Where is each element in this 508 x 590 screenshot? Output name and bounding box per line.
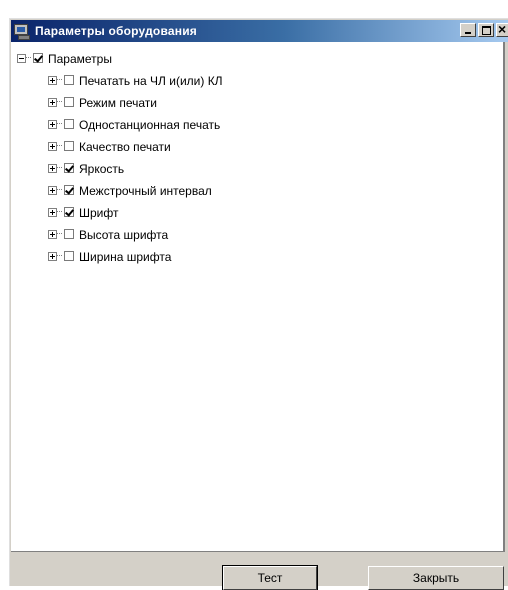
expand-icon[interactable] <box>48 163 57 173</box>
item-checkbox[interactable] <box>64 141 74 151</box>
expand-icon[interactable] <box>48 75 57 85</box>
expand-icon[interactable] <box>48 251 57 261</box>
item-checkbox[interactable] <box>64 185 74 195</box>
collapse-icon[interactable] <box>17 53 26 63</box>
root-checkbox[interactable] <box>33 53 43 63</box>
expand-icon[interactable] <box>48 207 57 217</box>
item-checkbox[interactable] <box>64 97 74 107</box>
tree-item[interactable]: Печатать на ЧЛ и(или) КЛ <box>48 70 223 90</box>
minimize-button[interactable] <box>460 23 476 37</box>
tree-root-node[interactable]: Параметры <box>17 48 112 68</box>
tree-item-label: Печатать на ЧЛ и(или) КЛ <box>79 73 223 88</box>
title-bar[interactable]: Параметры оборудования <box>11 20 508 42</box>
tree-item-label: Межстрочный интервал <box>79 183 212 198</box>
tree-item-label: Яркость <box>79 161 125 176</box>
expand-icon[interactable] <box>48 229 57 239</box>
tree-item[interactable]: Шрифт <box>48 202 118 222</box>
tree-item-label: Шрифт <box>79 205 119 220</box>
tree-item[interactable]: Межстрочный интервал <box>48 180 212 200</box>
tree-item[interactable]: Ширина шрифта <box>48 246 171 266</box>
expand-icon[interactable] <box>48 119 57 129</box>
tree-root-label: Параметры <box>48 51 112 66</box>
tree-item[interactable]: Яркость <box>48 158 124 178</box>
item-checkbox[interactable] <box>64 207 74 217</box>
tree-item-label: Ширина шрифта <box>79 249 172 264</box>
tree-item-label: Высота шрифта <box>79 227 169 242</box>
tree-item[interactable]: Режим печати <box>48 92 157 112</box>
item-checkbox[interactable] <box>64 119 74 129</box>
expand-icon[interactable] <box>48 141 57 151</box>
tree-item-label: Одностанционная печать <box>79 117 221 132</box>
item-checkbox[interactable] <box>64 251 74 261</box>
window-title: Параметры оборудования <box>35 24 197 38</box>
maximize-button[interactable] <box>478 23 494 37</box>
item-checkbox[interactable] <box>64 163 74 173</box>
tree-item[interactable]: Качество печати <box>48 136 171 156</box>
tree-item-label: Режим печати <box>79 95 157 110</box>
close-button[interactable]: Закрыть <box>368 566 504 590</box>
computer-icon <box>14 23 30 40</box>
parameters-tree[interactable]: Параметры Печатать на ЧЛ и(или) КЛ Режим… <box>11 42 505 552</box>
item-checkbox[interactable] <box>64 229 74 239</box>
test-button[interactable]: Тест <box>222 565 318 590</box>
expand-icon[interactable] <box>48 97 57 107</box>
close-window-button[interactable] <box>496 21 508 37</box>
expand-icon[interactable] <box>48 185 57 195</box>
equipment-parameters-window: Параметры оборудования Параметры Печатат… <box>9 18 508 590</box>
tree-item-label: Качество печати <box>79 139 171 154</box>
item-checkbox[interactable] <box>64 75 74 85</box>
tree-item[interactable]: Одностанционная печать <box>48 114 220 134</box>
tree-item[interactable]: Высота шрифта <box>48 224 168 244</box>
